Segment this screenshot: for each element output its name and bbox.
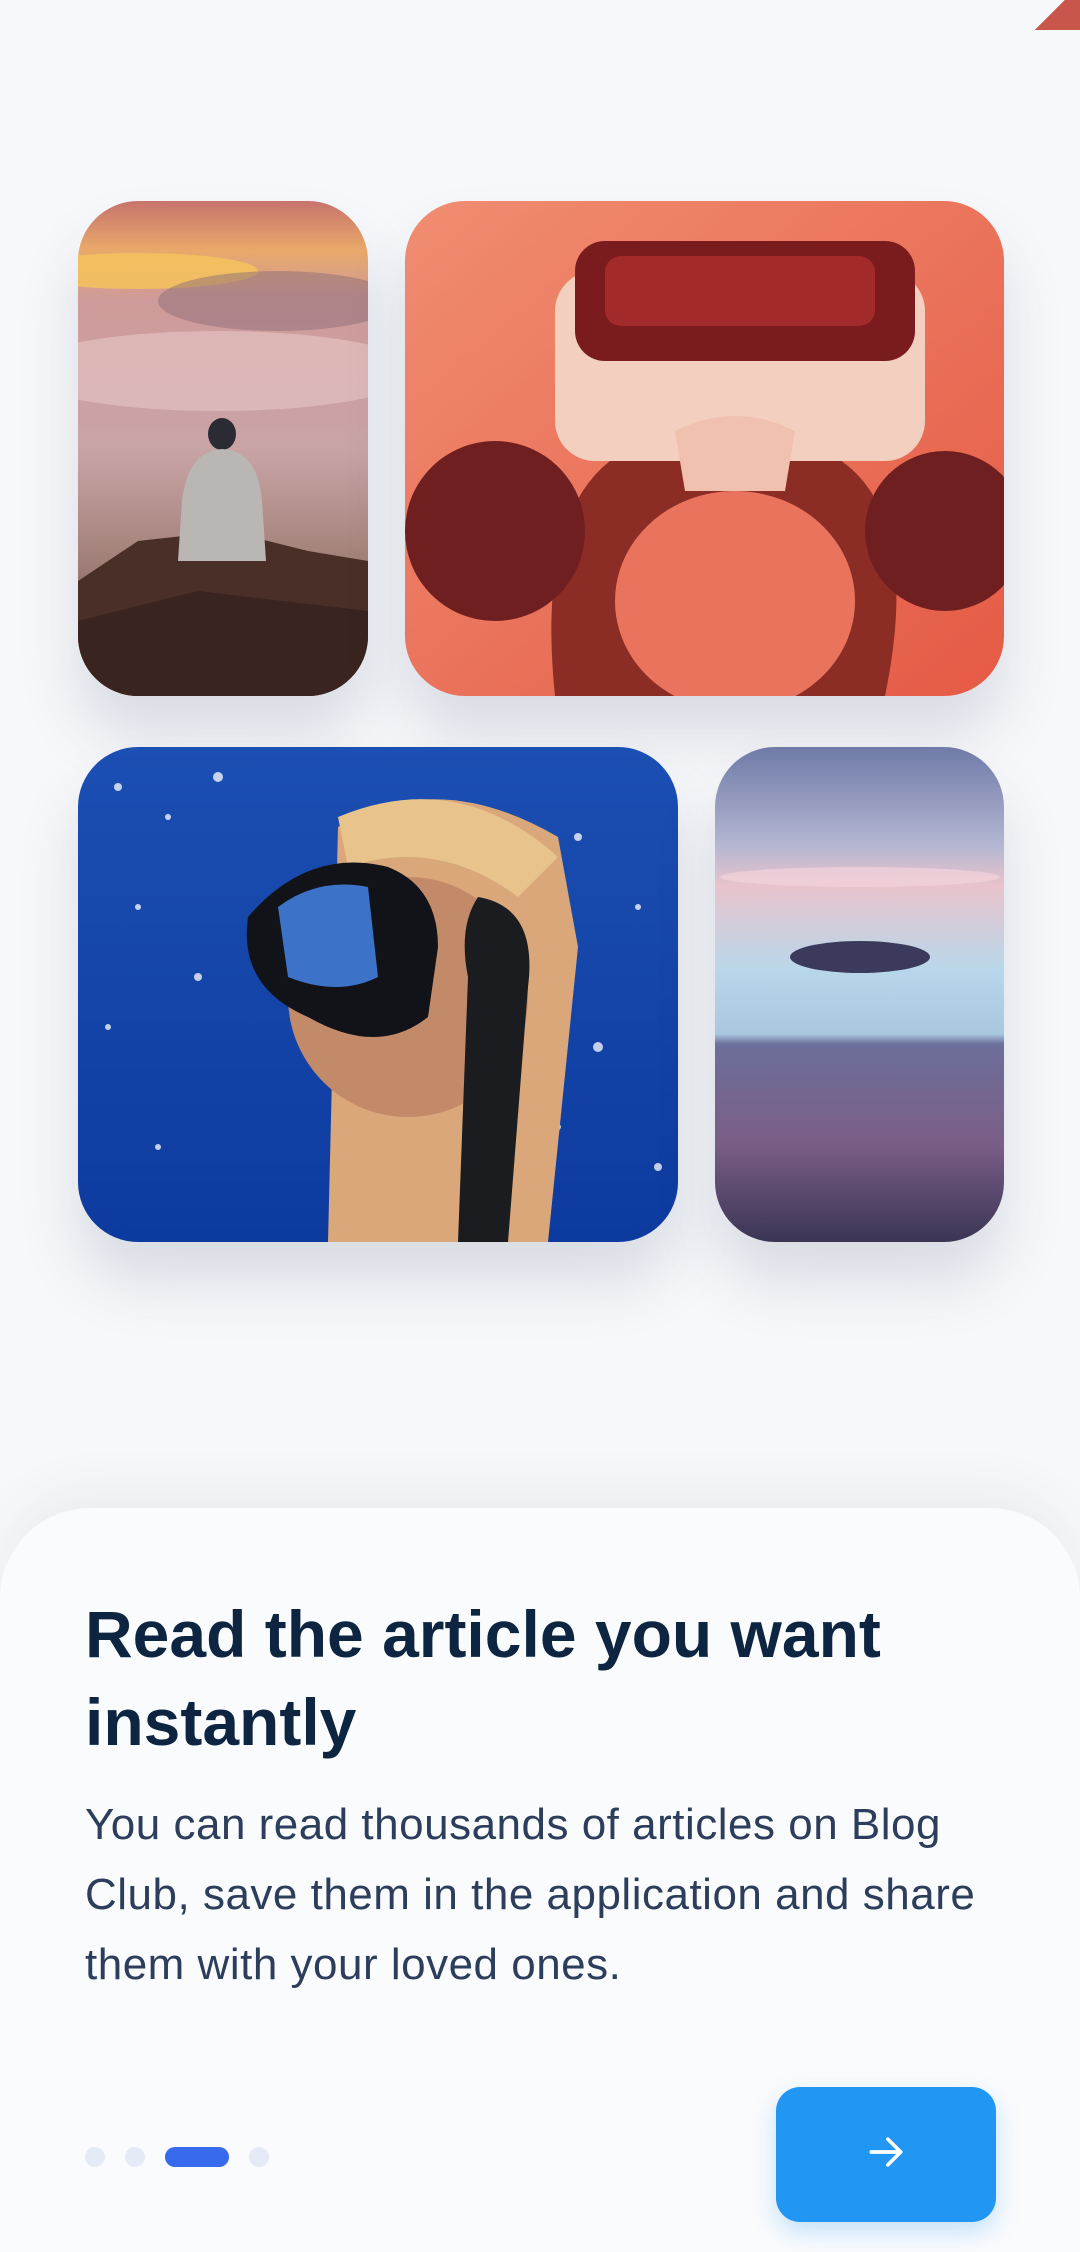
vr-headset-photo	[405, 201, 1004, 696]
page-indicator	[85, 2145, 269, 2169]
sea-horizon-photo	[715, 747, 1004, 1242]
mountain-sunset-photo	[78, 201, 368, 696]
corner-decoration	[1020, 0, 1080, 30]
page-dot-3-active[interactable]	[165, 2147, 229, 2167]
diver-underwater-photo	[78, 747, 678, 1242]
page-dot-1[interactable]	[85, 2147, 105, 2167]
onboarding-title: Read the article you want instantly	[85, 1597, 881, 1759]
arrow-right-icon	[864, 2130, 908, 2179]
next-button[interactable]	[776, 2087, 996, 2222]
onboarding-description: You can read thousands of articles on Bl…	[85, 1800, 976, 1989]
page-dot-2[interactable]	[125, 2147, 145, 2167]
page-dot-4[interactable]	[249, 2147, 269, 2167]
